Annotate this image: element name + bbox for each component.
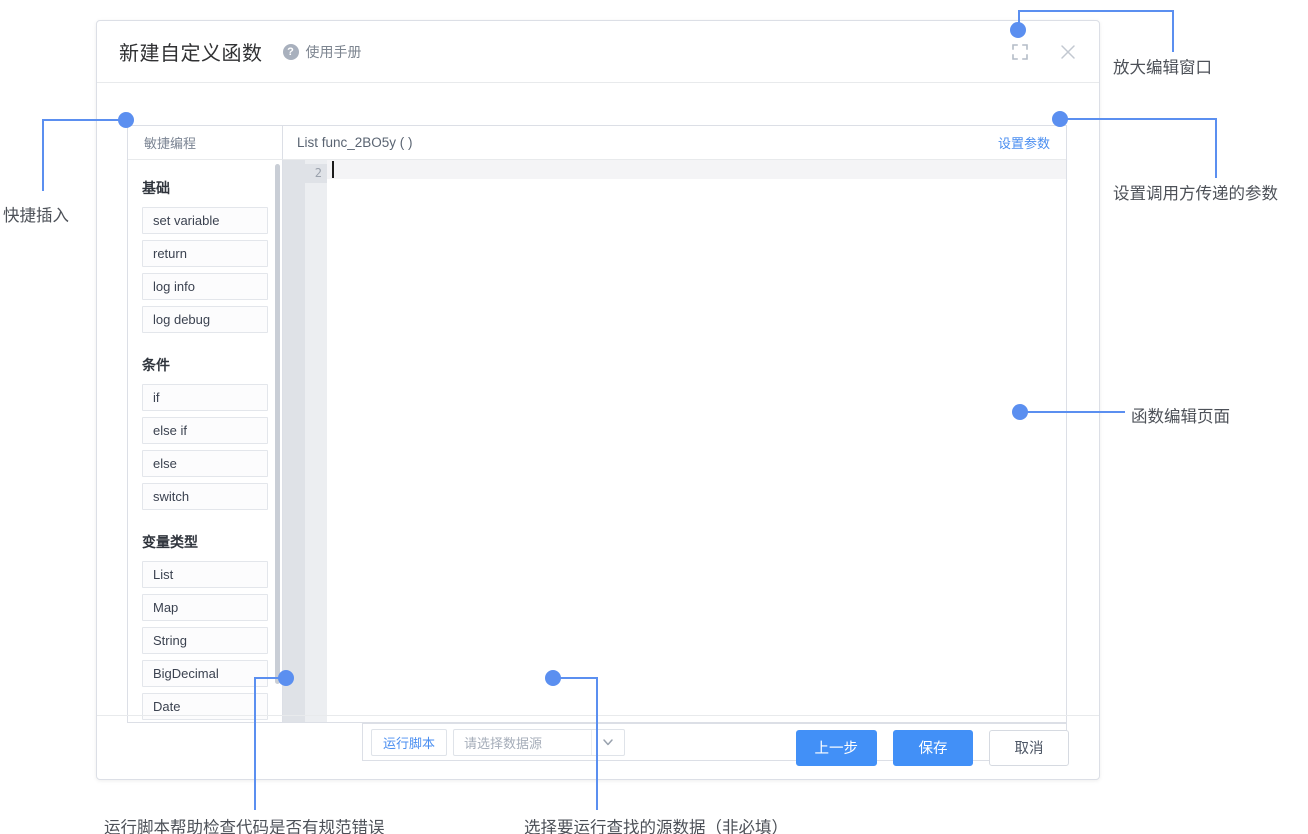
code-header: List func_2BO5y ( ) 设置参数 bbox=[283, 126, 1066, 160]
callout-line-rs-h bbox=[254, 677, 286, 679]
user-manual-link[interactable]: ? 使用手册 bbox=[282, 42, 362, 62]
callout-label-run-script: 运行脚本帮助检查代码是否有规范错误 bbox=[104, 819, 385, 834]
dialog-header: 新建自定义函数 ? 使用手册 bbox=[97, 21, 1099, 83]
palette-item-map[interactable]: Map bbox=[142, 594, 268, 621]
line-number: 2 bbox=[305, 164, 327, 183]
callout-dot-quick-insert bbox=[118, 112, 134, 128]
palette-scrollbar[interactable] bbox=[275, 164, 280, 684]
text-caret bbox=[332, 161, 334, 178]
palette-group-title: 变量类型 bbox=[142, 534, 198, 550]
cancel-button[interactable]: 取消 bbox=[989, 729, 1069, 766]
user-manual-label: 使用手册 bbox=[305, 43, 362, 60]
save-button[interactable]: 保存 bbox=[893, 729, 973, 766]
editor-line-numbers: 2 bbox=[305, 160, 327, 722]
callout-line-params-h bbox=[1060, 118, 1216, 120]
callout-dot-expand bbox=[1010, 22, 1026, 38]
frame-main: 基础 set variable return log info log debu… bbox=[128, 160, 1066, 722]
callout-label-quick-insert: 快捷插入 bbox=[3, 207, 69, 225]
quick-insert-palette: 基础 set variable return log info log debu… bbox=[128, 160, 283, 722]
code-editor[interactable]: 2 bbox=[283, 160, 1066, 722]
palette-item-string[interactable]: String bbox=[142, 627, 268, 654]
editor-frame: 敏捷编程 List func_2BO5y ( ) 设置参数 基础 set var… bbox=[127, 125, 1067, 723]
callout-label-datasource: 选择要运行查找的源数据（非必填） bbox=[524, 819, 788, 834]
callout-line-expand-v2 bbox=[1172, 10, 1174, 52]
palette-group-title: 基础 bbox=[142, 180, 170, 196]
editor-fold-gutter bbox=[283, 160, 305, 722]
screenshot-root: 新建自定义函数 ? 使用手册 敏捷编程 List func_2BO5y () … bbox=[0, 0, 1308, 834]
callout-line-expand-h bbox=[1018, 10, 1174, 12]
expand-fullscreen-icon[interactable] bbox=[1007, 39, 1033, 65]
palette-item-if[interactable]: if bbox=[142, 384, 268, 411]
palette-item-set-variable[interactable]: set variable bbox=[142, 207, 268, 234]
callout-line-ds-v bbox=[596, 677, 598, 810]
callout-label-params: 设置调用方传递的参数 bbox=[1113, 185, 1278, 203]
palette-item-list[interactable]: List bbox=[142, 561, 268, 588]
frame-top-bar: 敏捷编程 List func_2BO5y ( ) 设置参数 bbox=[128, 126, 1066, 160]
callout-line-qi-v bbox=[42, 119, 44, 191]
function-signature: List func_2BO5y ( ) bbox=[297, 135, 413, 150]
question-mark-icon: ? bbox=[282, 43, 299, 60]
palette-list: 基础 set variable return log info log debu… bbox=[128, 160, 282, 722]
callout-line-params-v bbox=[1215, 118, 1217, 178]
palette-item-log-info[interactable]: log info bbox=[142, 273, 268, 300]
page-title: 新建自定义函数 bbox=[119, 43, 263, 65]
close-x-icon[interactable] bbox=[1055, 39, 1081, 65]
palette-tab-agile-programming[interactable]: 敏捷编程 bbox=[128, 126, 283, 160]
callout-label-editor: 函数编辑页面 bbox=[1131, 408, 1230, 426]
dialog-footer: 上一步 保存 取消 bbox=[97, 715, 1099, 779]
palette-item-else-if[interactable]: else if bbox=[142, 417, 268, 444]
new-custom-function-dialog: 新建自定义函数 ? 使用手册 敏捷编程 List func_2BO5y () … bbox=[96, 20, 1100, 780]
dialog-body: 敏捷编程 List func_2BO5y ( ) 设置参数 基础 set var… bbox=[97, 83, 1099, 779]
palette-group-title: 条件 bbox=[142, 357, 170, 373]
callout-line-editor-h bbox=[1020, 411, 1125, 413]
set-params-link[interactable]: 设置参数 bbox=[998, 133, 1050, 152]
code-text-area[interactable] bbox=[327, 160, 1066, 722]
callout-label-expand: 放大编辑窗口 bbox=[1113, 59, 1212, 77]
previous-step-button[interactable]: 上一步 bbox=[795, 729, 877, 766]
callout-line-qi-h bbox=[42, 119, 120, 121]
palette-item-else[interactable]: else bbox=[142, 450, 268, 477]
callout-line-ds-h bbox=[553, 677, 598, 679]
palette-item-log-debug[interactable]: log debug bbox=[142, 306, 268, 333]
callout-line-rs-v bbox=[254, 677, 256, 810]
palette-item-switch[interactable]: switch bbox=[142, 483, 268, 510]
active-line-highlight bbox=[327, 160, 1066, 179]
palette-item-bigdecimal[interactable]: BigDecimal bbox=[142, 660, 268, 687]
palette-item-return[interactable]: return bbox=[142, 240, 268, 267]
